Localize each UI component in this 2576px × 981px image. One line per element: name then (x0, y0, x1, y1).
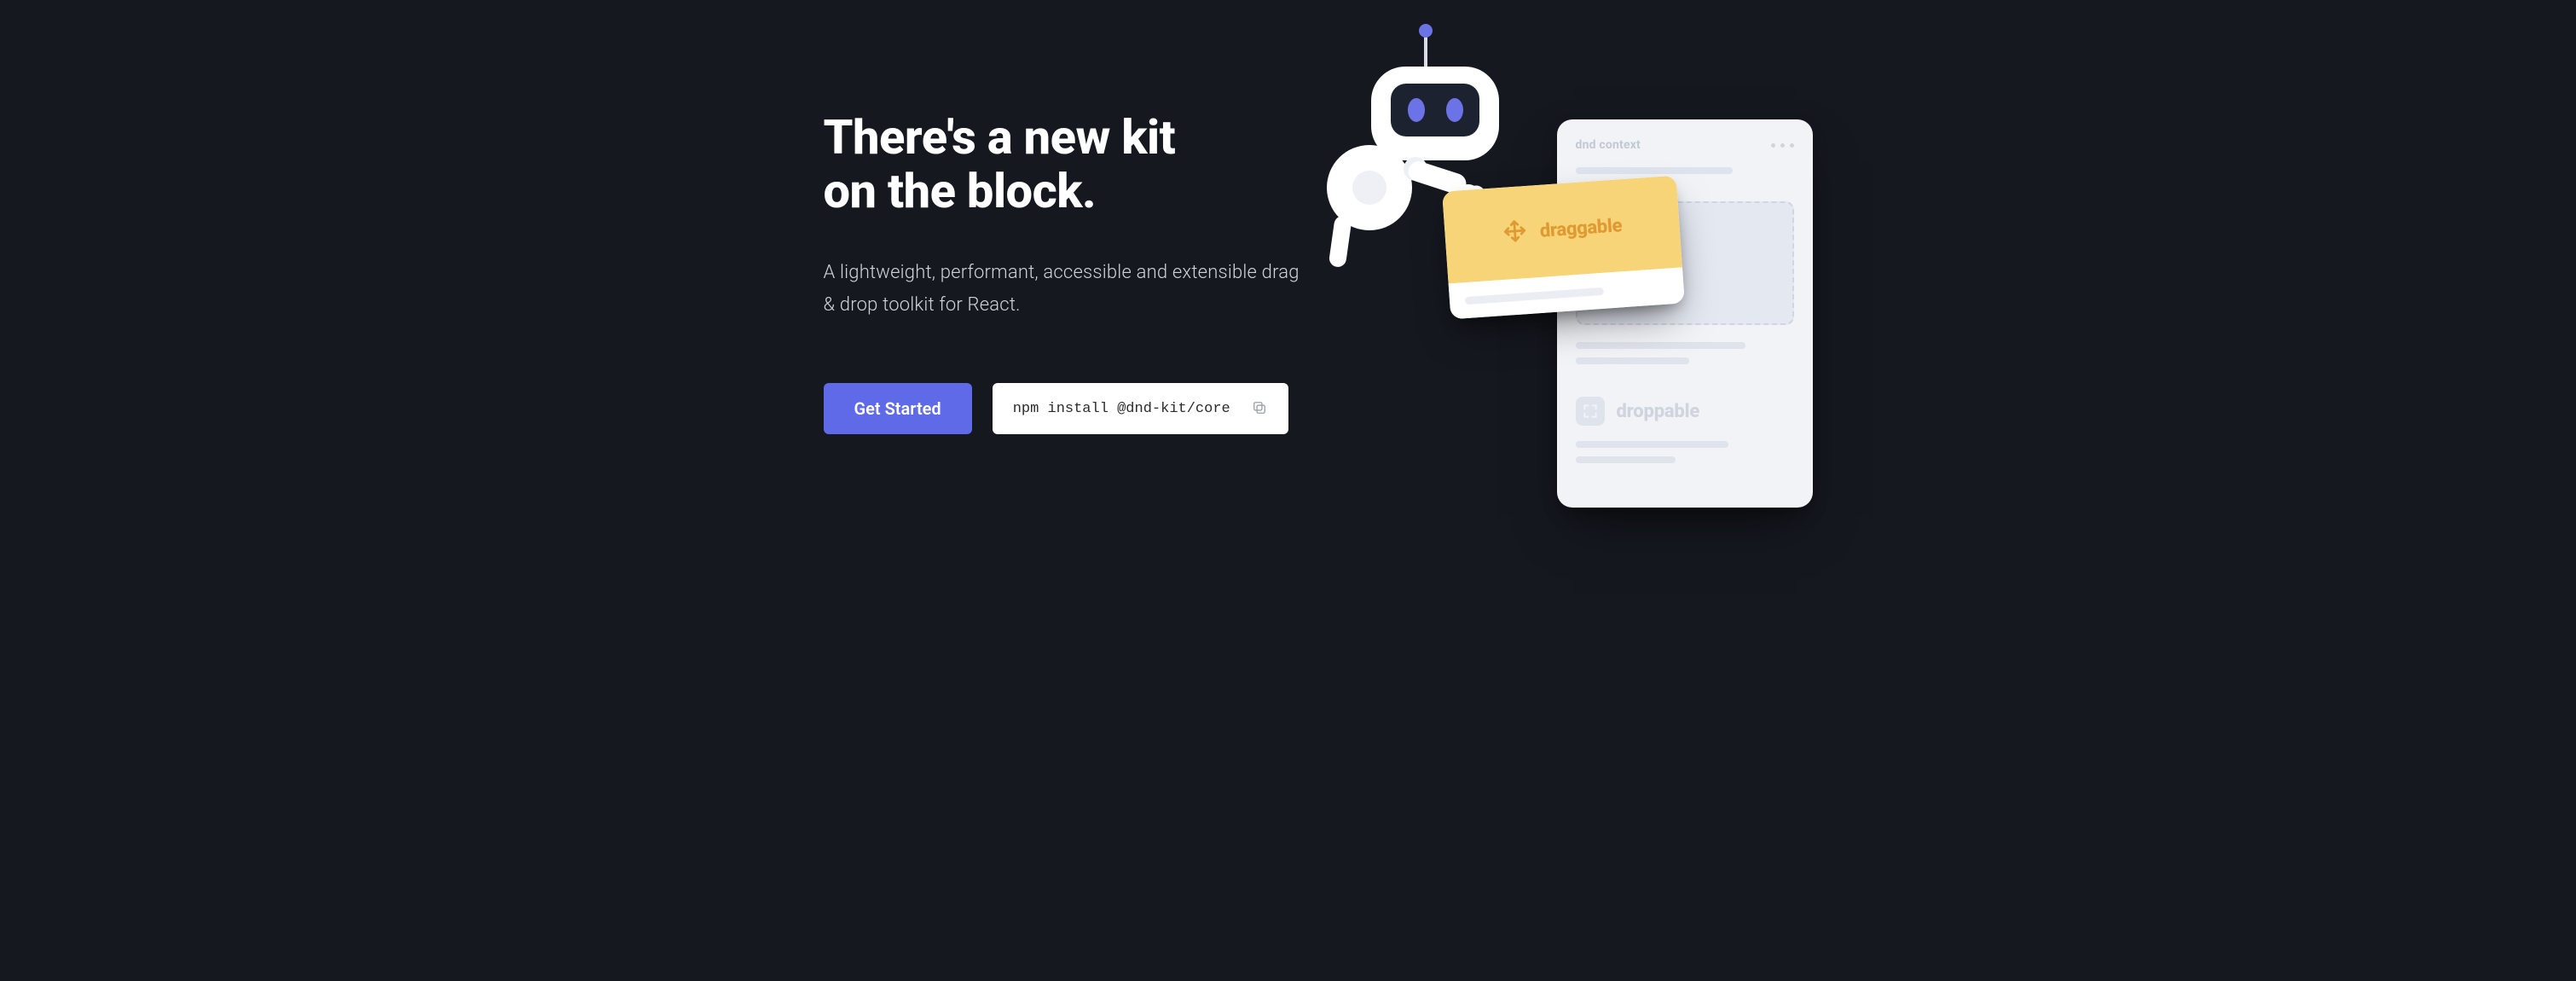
hero-subtitle: A lightweight, performant, accessible an… (824, 257, 1301, 322)
copy-icon (1251, 399, 1268, 419)
drop-zone (1576, 201, 1794, 325)
copy-button[interactable] (1246, 394, 1273, 424)
draggable-card: draggable (1442, 176, 1685, 320)
cta-row: Get Started npm install @dnd-kit/core (824, 383, 1301, 434)
placeholder-line (1576, 342, 1746, 349)
hero-title-line2: on the block. (824, 163, 1097, 219)
droppable-label: droppable (1617, 401, 1700, 422)
install-command-text: npm install @dnd-kit/core (1013, 401, 1230, 417)
panel-title: dnd context (1576, 138, 1641, 152)
hero-illustration: dnd context droppable (1301, 17, 1830, 495)
hero-copy: There's a new kit on the block. A lightw… (824, 111, 1301, 434)
hero-section: There's a new kit on the block. A lightw… (645, 0, 1932, 490)
hero-title-line1: There's a new kit (824, 109, 1176, 165)
placeholder-line (1464, 287, 1603, 304)
hero-title: There's a new kit on the block. (824, 111, 1301, 218)
placeholder-line (1576, 183, 1663, 189)
placeholder-line (1576, 441, 1728, 448)
install-command-box: npm install @dnd-kit/core (993, 383, 1288, 434)
droppable-row: droppable (1576, 397, 1794, 426)
illustration-panel: dnd context droppable (1557, 119, 1813, 508)
ellipsis-icon (1771, 143, 1794, 148)
expand-icon (1576, 397, 1605, 426)
panel-header: dnd context (1576, 138, 1794, 152)
placeholder-line (1576, 167, 1733, 174)
draggable-card-top: draggable (1442, 176, 1682, 284)
robot-icon (1310, 17, 1600, 324)
get-started-button[interactable]: Get Started (824, 383, 972, 434)
draggable-card-bottom (1448, 267, 1684, 319)
move-icon (1501, 218, 1528, 248)
draggable-label: draggable (1538, 215, 1622, 242)
placeholder-line (1576, 357, 1689, 364)
placeholder-line (1576, 456, 1676, 463)
